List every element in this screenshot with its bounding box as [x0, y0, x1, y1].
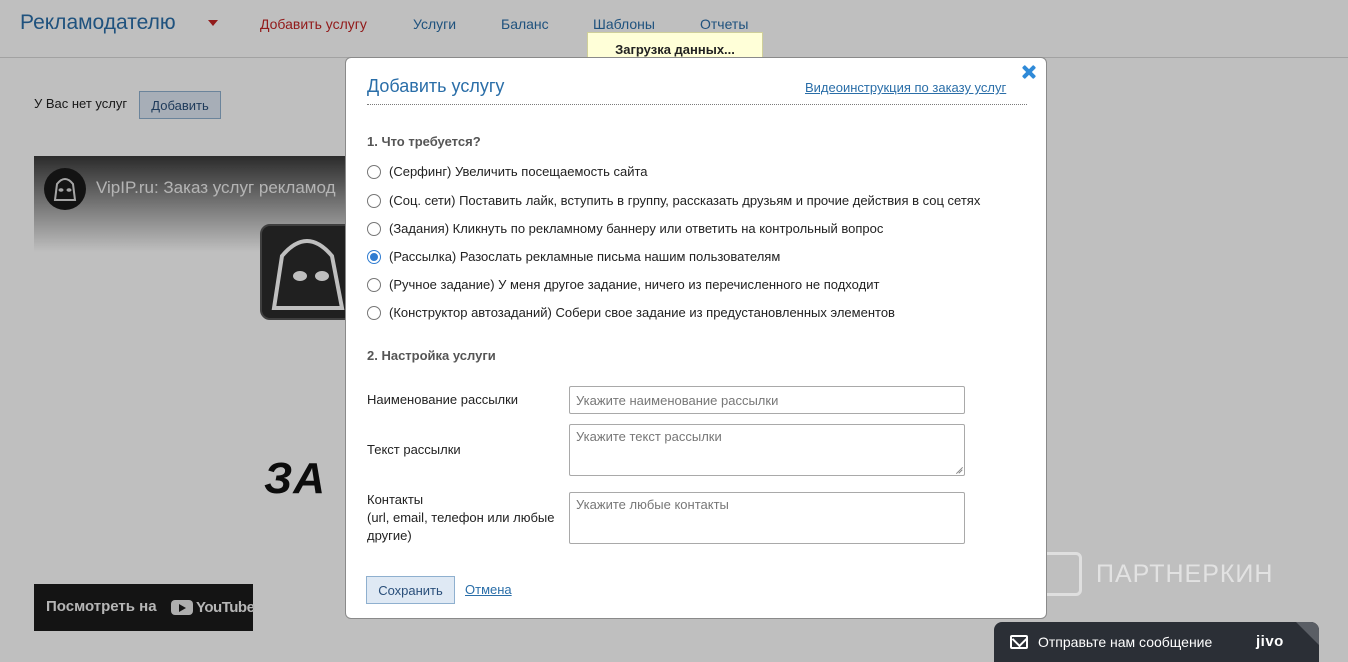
radio-manual-task[interactable]	[367, 278, 381, 292]
chat-widget-label[interactable]: Отправьте нам сообщение	[1038, 634, 1212, 650]
contacts-hint: (url, email, телефон или любые другие)	[367, 510, 555, 543]
envelope-icon	[1010, 635, 1028, 649]
section-what-required: 1. Что требуется?	[367, 134, 481, 149]
option-label[interactable]: (Серфинг) Увеличить посещаемость сайта	[389, 164, 648, 179]
option-label[interactable]: (Конструктор автозаданий) Собери свое за…	[389, 305, 895, 320]
radio-tasks[interactable]	[367, 222, 381, 236]
contacts-label-block: Контакты (url, email, телефон или любые …	[367, 491, 563, 545]
option-label[interactable]: (Задания) Кликнуть по рекламному баннеру…	[389, 221, 883, 236]
contacts-label: Контакты	[367, 492, 424, 507]
divider	[367, 104, 1027, 105]
mailing-name-label: Наименование рассылки	[367, 392, 519, 407]
add-service-modal: Добавить услугу Видеоинструкция по заказ…	[345, 57, 1047, 619]
radio-social[interactable]	[367, 194, 381, 208]
contacts-input[interactable]	[569, 492, 965, 544]
radio-surfing[interactable]	[367, 165, 381, 179]
mailing-text-label: Текст рассылки	[367, 442, 461, 457]
resize-handle-icon[interactable]	[953, 464, 963, 474]
widget-corner	[1296, 622, 1319, 645]
section-service-setup: 2. Настройка услуги	[367, 348, 496, 363]
option-label[interactable]: (Ручное задание) У меня другое задание, …	[389, 277, 879, 292]
mailing-name-input[interactable]	[569, 386, 965, 414]
watermark-text: ПАРТНЕРКИН	[1096, 560, 1274, 588]
modal-title: Добавить услугу	[367, 76, 505, 96]
video-instruction-link[interactable]: Видеоинструкция по заказу услуг	[805, 80, 1006, 95]
chat-widget[interactable]: Отправьте нам сообщение jivo	[994, 622, 1319, 662]
radio-constructor[interactable]	[367, 306, 381, 320]
radio-mailing[interactable]	[367, 250, 381, 264]
option-label[interactable]: (Соц. сети) Поставить лайк, вступить в г…	[389, 193, 980, 208]
mailing-text-input[interactable]	[569, 424, 965, 476]
jivo-logo: jivo	[1256, 633, 1284, 650]
option-label[interactable]: (Рассылка) Разослать рекламные письма на…	[389, 249, 780, 264]
cancel-link[interactable]: Отмена	[465, 582, 512, 597]
close-icon[interactable]	[1020, 63, 1038, 81]
save-button[interactable]: Сохранить	[366, 576, 455, 604]
